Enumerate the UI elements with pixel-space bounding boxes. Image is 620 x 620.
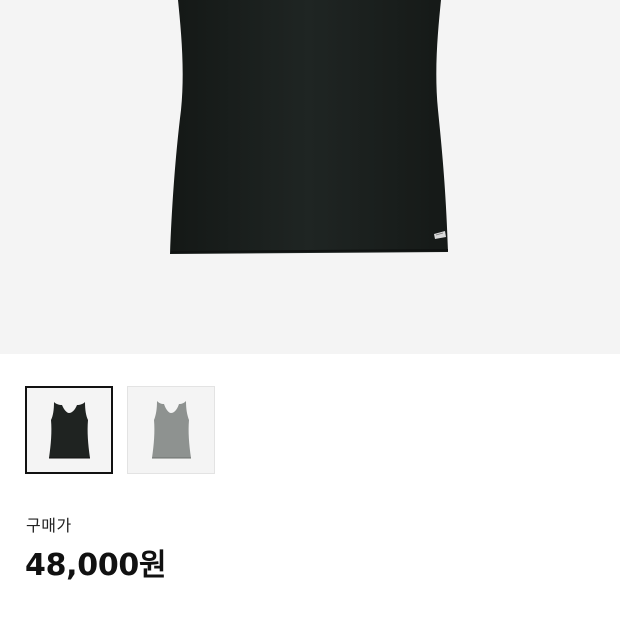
price-label: 구매가	[26, 516, 72, 535]
product-main-image	[0, 0, 620, 354]
thumbnail-black[interactable]	[25, 386, 113, 474]
tank-top-black-thumbnail	[49, 402, 90, 459]
thumbnail-gray[interactable]	[127, 386, 215, 474]
tank-top-black-image	[170, 0, 449, 254]
tank-top-gray-thumbnail	[152, 401, 191, 459]
price-value: 48,000원	[25, 548, 167, 583]
product-page: 구매가 48,000원	[0, 0, 620, 620]
